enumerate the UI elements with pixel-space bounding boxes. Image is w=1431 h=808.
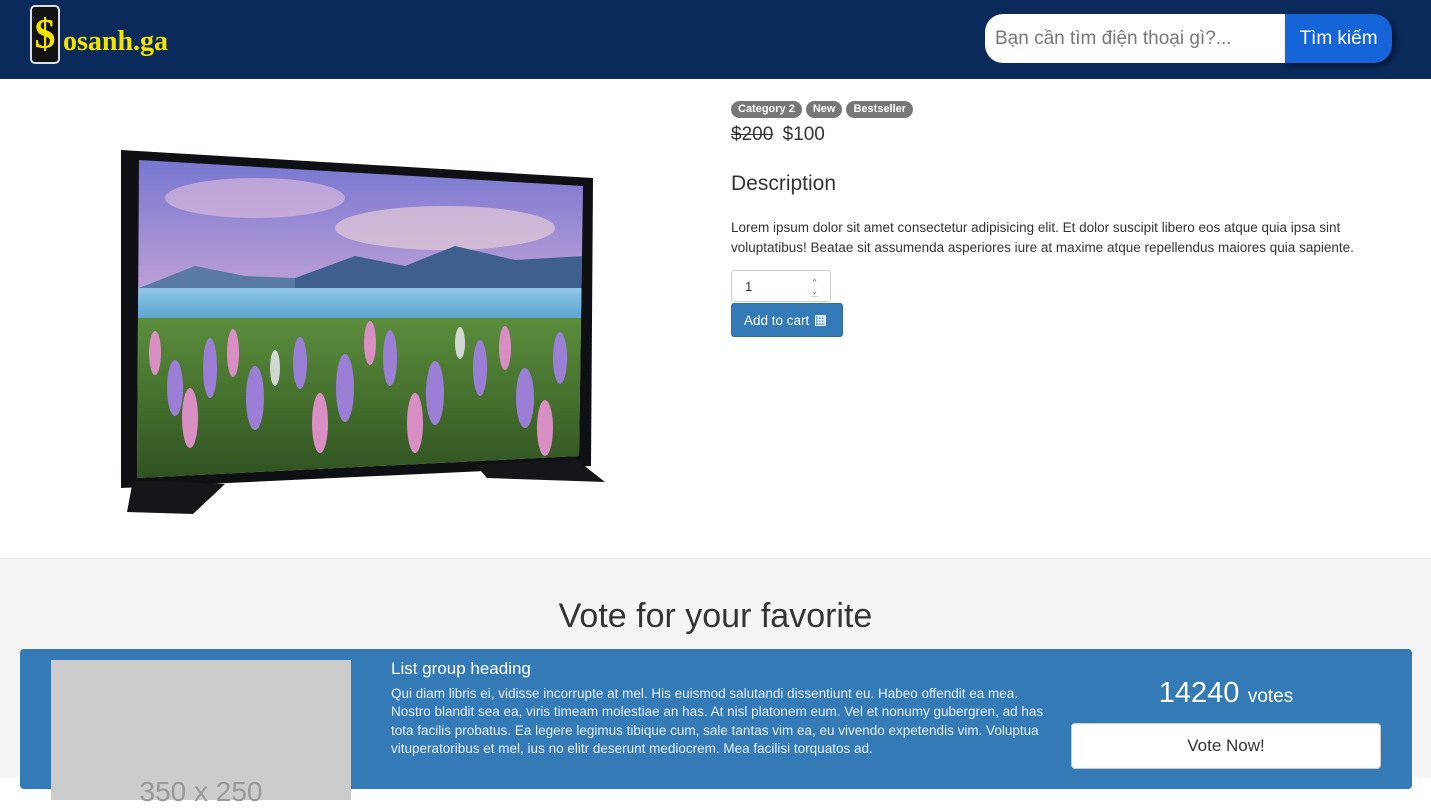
vote-title: Vote for your favorite <box>558 597 873 635</box>
placeholder-size-label: 350 x 250 <box>139 776 263 807</box>
search-input[interactable] <box>985 14 1285 63</box>
list-group-heading: List group heading <box>391 659 531 678</box>
vote-list-item: 350 x 250 List group heading Qui diam li… <box>20 649 1412 807</box>
product-details: Category 2 New Bestseller $200 $100 Desc… <box>731 101 1401 337</box>
quantity-spinner[interactable]: ⌃ ⌄ <box>811 278 818 297</box>
quantity-stepper[interactable]: 1 ⌃ ⌄ <box>731 270 831 302</box>
vote-now-button[interactable]: Vote Now! <box>1071 723 1381 769</box>
tv-image <box>121 150 605 514</box>
search-form: Tìm kiếm <box>985 14 1392 63</box>
vote-count-number: 14240 <box>1158 677 1240 709</box>
vote-section: Vote for your favorite 350 x 250 List gr… <box>0 558 1431 807</box>
top-navbar: $ osanh.ga Tìm kiếm <box>0 0 1431 79</box>
add-to-cart-label: Add to cart <box>744 312 810 328</box>
current-price: $100 <box>782 124 825 145</box>
badge-new: New <box>805 101 843 118</box>
cart-icon: ▦ <box>815 313 827 326</box>
vote-count-label: votes <box>1247 686 1294 707</box>
chevron-down-icon[interactable]: ⌄ <box>811 287 818 296</box>
add-to-cart-button[interactable]: Add to cart ▦ <box>731 303 843 337</box>
chevron-up-icon[interactable]: ⌃ <box>811 278 818 287</box>
old-price: $200 <box>731 124 774 145</box>
phone-logo-icon: $ <box>30 5 60 64</box>
placeholder-image: 350 x 250 <box>51 660 351 807</box>
badge-list: Category 2 New Bestseller <box>731 101 1401 118</box>
price: $200 $100 <box>731 124 1401 146</box>
vote-count: 14240 votes <box>1071 677 1381 710</box>
vote-item-body: List group heading Qui diam libris ei, v… <box>391 659 1046 758</box>
list-group-text: Qui diam libris ei, vidisse incorrupte a… <box>391 686 1044 756</box>
badge-category: Category 2 <box>731 101 802 118</box>
description-title: Description <box>731 172 837 195</box>
logo-text: osanh.ga <box>63 25 169 57</box>
badge-bestseller: Bestseller <box>846 101 914 118</box>
description-text: Lorem ipsum dolor sit amet consectetur a… <box>731 220 1354 255</box>
logo-dollar-symbol: $ <box>34 11 56 58</box>
search-button[interactable]: Tìm kiếm <box>1285 14 1392 63</box>
product-image <box>115 138 610 518</box>
quantity-value: 1 <box>745 278 753 294</box>
site-logo[interactable]: $ osanh.ga <box>30 5 168 64</box>
